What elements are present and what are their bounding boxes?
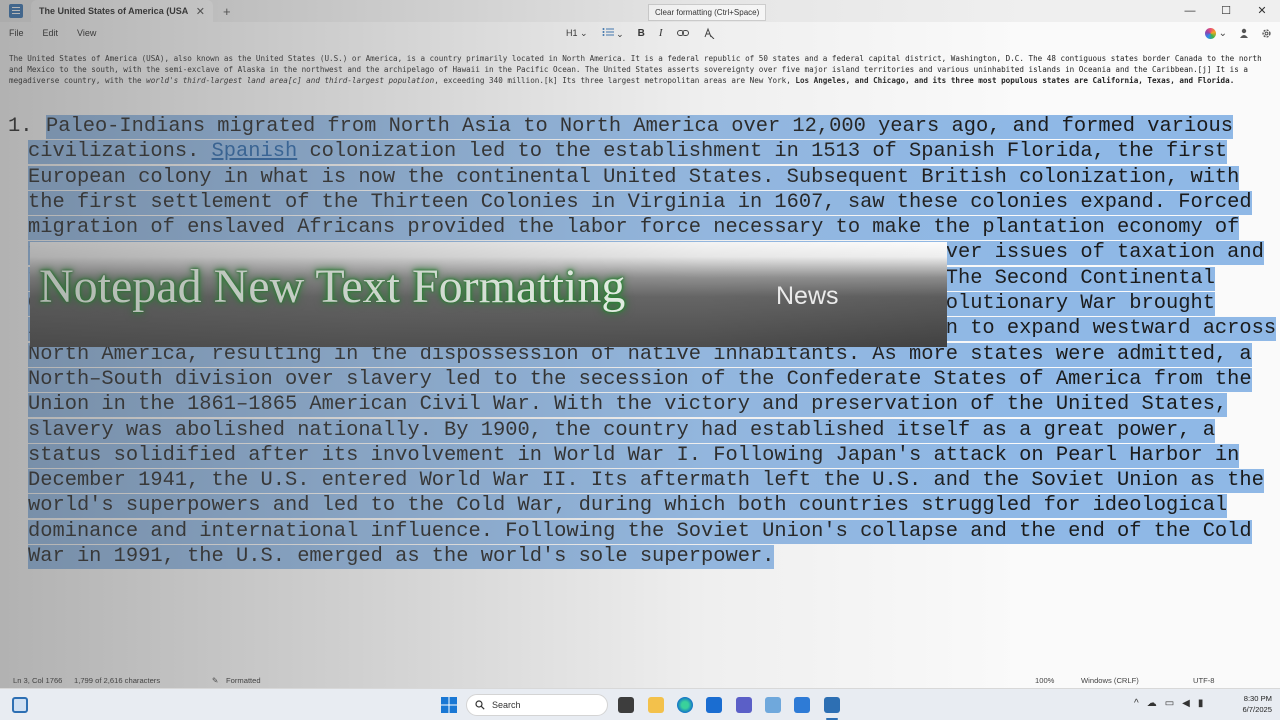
- new-tab-button[interactable]: +: [223, 4, 231, 19]
- file-explorer-icon[interactable]: [648, 697, 664, 713]
- formatting-mode[interactable]: Formatted: [226, 676, 261, 685]
- store-icon[interactable]: [706, 697, 722, 713]
- chevron-down-icon: ⌄: [580, 27, 588, 38]
- formatted-mode-icon: ✎: [212, 675, 219, 685]
- task-view-icon[interactable]: [618, 697, 634, 713]
- account-icon[interactable]: [1239, 28, 1249, 38]
- copilot-button[interactable]: ⌄: [1204, 27, 1227, 39]
- bold-button[interactable]: B: [638, 28, 645, 39]
- intro-italic-text: world's third-largest land area[c] and t…: [146, 75, 435, 85]
- character-count: 1,799 of 2,616 characters: [74, 675, 161, 685]
- taskbar-search[interactable]: Search: [466, 694, 608, 716]
- heading-dropdown[interactable]: H1 ⌄: [566, 28, 588, 39]
- list-dropdown[interactable]: ⌄: [602, 27, 624, 40]
- photos-icon[interactable]: [765, 697, 781, 713]
- tab-close-icon[interactable]: ✕: [196, 5, 205, 18]
- news-banner: Notepad New Text Formatting News: [30, 242, 947, 347]
- onedrive-icon[interactable]: ☁: [1147, 698, 1157, 709]
- menu-view[interactable]: View: [77, 28, 96, 38]
- clock[interactable]: 8:30 PM 6/7/2025: [1242, 693, 1272, 715]
- battery-icon[interactable]: ▮: [1198, 698, 1204, 709]
- italic-button[interactable]: I: [659, 27, 663, 39]
- network-icon[interactable]: ▭: [1165, 698, 1174, 709]
- bulleted-list-icon: [602, 27, 614, 36]
- tab-title: The United States of America (USA: [39, 6, 189, 16]
- notepad-app-icon: [9, 4, 23, 18]
- encoding[interactable]: UTF-8: [1193, 676, 1215, 685]
- spanish-link[interactable]: Spanish: [212, 140, 298, 163]
- list-item-text-cont: colonization led to the establishment in…: [28, 140, 1277, 569]
- chevron-down-icon: ⌄: [616, 28, 624, 39]
- copilot-icon: [1204, 27, 1216, 39]
- cursor-position: Ln 3, Col 1766: [13, 675, 63, 685]
- intro-bold-text: Los Angeles, and Chicago, and its three …: [795, 75, 1235, 85]
- menu-file[interactable]: File: [9, 28, 24, 38]
- settings-gear-icon[interactable]: [1261, 28, 1272, 39]
- formatting-toolbar: H1 ⌄ ⌄ B I: [566, 22, 715, 44]
- title-bar: The United States of America (USA ✕ + — …: [0, 0, 1280, 22]
- search-icon: [475, 700, 485, 710]
- windows-start-icon[interactable]: [441, 697, 457, 713]
- tray-chevron-icon[interactable]: ^: [1134, 698, 1139, 709]
- clear-formatting-icon[interactable]: [703, 27, 715, 39]
- menu-edit[interactable]: Edit: [43, 28, 59, 38]
- chevron-down-icon: ⌄: [1218, 27, 1227, 39]
- maximize-button[interactable]: ☐: [1208, 0, 1244, 22]
- close-window-button[interactable]: ✕: [1244, 0, 1280, 22]
- minimize-button[interactable]: —: [1172, 0, 1208, 22]
- clear-formatting-tooltip: Clear formatting (Ctrl+Space): [648, 4, 767, 21]
- teams-icon[interactable]: [736, 697, 752, 713]
- zoom-level[interactable]: 100%: [1035, 676, 1054, 685]
- banner-news-tag: News: [776, 282, 839, 310]
- search-placeholder: Search: [492, 700, 521, 710]
- notepad-taskbar-icon[interactable]: [824, 697, 840, 713]
- banner-title: Notepad New Text Formatting: [39, 260, 626, 313]
- remote-desktop-icon[interactable]: [794, 697, 810, 713]
- line-ending[interactable]: Windows (CRLF): [1081, 676, 1139, 685]
- right-toolbar: ⌄: [1204, 22, 1272, 44]
- intro-text-cont: , exceeding 340 million.[k] Its three la…: [434, 75, 796, 85]
- clock-date: 6/7/2025: [1242, 705, 1272, 714]
- heading-label: H1: [566, 27, 578, 38]
- window-controls: — ☐ ✕: [1172, 0, 1280, 22]
- link-icon[interactable]: [676, 29, 689, 37]
- system-tray: ^ ☁ ▭ ◀ ▮: [1134, 698, 1203, 709]
- taskbar: Search ^ ☁ ▭ ◀ ▮ 8:30 PM 6/7/2025: [0, 688, 1280, 720]
- edge-browser-icon[interactable]: [677, 697, 693, 713]
- clock-time: 8:30 PM: [1243, 694, 1272, 703]
- status-bar: Ln 3, Col 1766 1,799 of 2,616 characters…: [0, 672, 1280, 688]
- desktop-widget-icon[interactable]: [12, 697, 28, 713]
- list-number: 1.: [8, 115, 33, 138]
- document-tab[interactable]: The United States of America (USA ✕: [31, 0, 213, 22]
- volume-icon[interactable]: ◀: [1182, 698, 1190, 709]
- intro-paragraph[interactable]: The United States of America (USA), also…: [9, 54, 1271, 86]
